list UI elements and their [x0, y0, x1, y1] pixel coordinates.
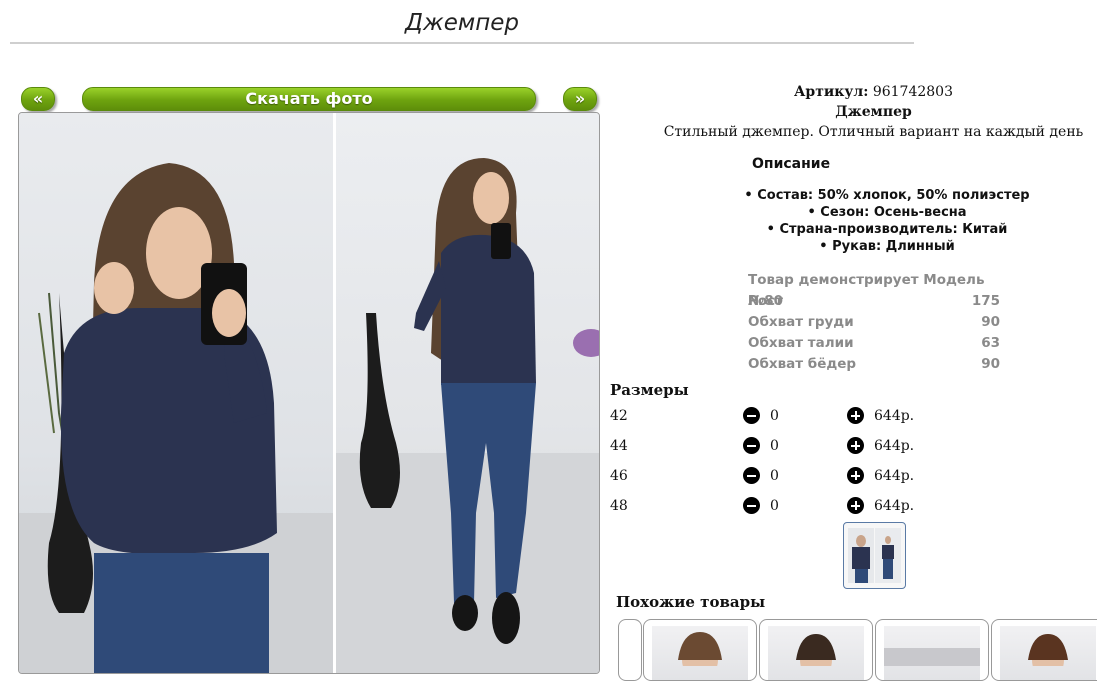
model-measurements: Товар демонстрирует Модель №80 Рост 175 …	[748, 270, 1000, 375]
download-photo-button[interactable]: Скачать фото	[82, 87, 536, 111]
size-label: 44	[610, 438, 628, 454]
plus-icon[interactable]	[847, 497, 864, 514]
size-label: 42	[610, 408, 628, 424]
photo-closeup	[19, 113, 333, 673]
model-row-value: 90	[981, 356, 1000, 372]
similar-product-card[interactable]	[991, 619, 1097, 681]
sizes-title: Размеры	[610, 381, 689, 399]
plus-icon[interactable]	[847, 407, 864, 424]
size-quantity: 0	[770, 438, 779, 454]
product-name: Джемпер	[835, 104, 912, 120]
description-heading: Описание	[752, 156, 831, 172]
size-label: 46	[610, 468, 628, 484]
size-label: 48	[610, 498, 628, 514]
model-row-value: 90	[981, 314, 1000, 330]
minus-icon[interactable]	[743, 437, 760, 454]
model-heading-text: Товар демонстрирует Модель №80	[748, 272, 985, 309]
size-quantity: 0	[770, 468, 779, 484]
article-line: Артикул: 961742803	[640, 82, 1097, 102]
description-item: • Состав: 50% хлопок, 50% полиэстер	[744, 188, 1030, 203]
model-row: Рост 175	[748, 291, 1000, 312]
next-photo-button[interactable]: »	[563, 87, 597, 111]
model-row-value: 63	[981, 335, 1000, 351]
minus-icon[interactable]	[743, 497, 760, 514]
model-row-label: Обхват бёдер	[748, 356, 857, 372]
product-tagline: Стильный джемпер. Отличный вариант на ка…	[663, 124, 1084, 140]
product-info: Артикул: 961742803 Джемпер Стильный джем…	[640, 82, 1097, 142]
model-row: Обхват талии 63	[748, 333, 1000, 354]
minus-icon[interactable]	[743, 467, 760, 484]
model-row: Обхват бёдер 90	[748, 354, 1000, 375]
model-row-label: Обхват талии	[748, 335, 854, 351]
article-value: 961742803	[872, 84, 953, 100]
model-row-label: Рост	[748, 293, 783, 309]
similar-product-card[interactable]	[875, 619, 989, 681]
size-quantity: 0	[770, 498, 779, 514]
similar-scroll-left[interactable]	[618, 619, 642, 681]
similar-product-card[interactable]	[643, 619, 757, 681]
size-price: 644р.	[874, 468, 915, 484]
plus-icon[interactable]	[847, 467, 864, 484]
article-label: Артикул:	[794, 84, 869, 100]
model-row-label: Обхват груди	[748, 314, 854, 330]
prev-photo-button[interactable]: «	[21, 87, 55, 111]
page-title: Джемпер	[10, 10, 914, 44]
minus-icon[interactable]	[743, 407, 760, 424]
description-list: • Состав: 50% хлопок, 50% полиэстер • Се…	[737, 187, 1037, 255]
size-price: 644р.	[874, 498, 915, 514]
plus-icon[interactable]	[847, 437, 864, 454]
similar-products-title: Похожие товары	[616, 593, 766, 611]
photo-fullbody	[336, 113, 599, 673]
size-price: 644р.	[874, 408, 915, 424]
description-item: • Страна-производитель: Китай	[766, 222, 1008, 237]
product-photo[interactable]	[18, 112, 600, 674]
model-heading: Товар демонстрирует Модель №80	[748, 270, 1000, 309]
model-row-value: 175	[971, 293, 1000, 309]
product-thumbnail[interactable]	[843, 522, 906, 589]
size-price: 644р.	[874, 438, 915, 454]
size-quantity: 0	[770, 408, 779, 424]
description-item: • Сезон: Осень-весна	[807, 205, 967, 220]
similar-product-card[interactable]	[759, 619, 873, 681]
description-item: • Рукав: Длинный	[819, 239, 955, 254]
model-row: Обхват груди 90	[748, 312, 1000, 333]
